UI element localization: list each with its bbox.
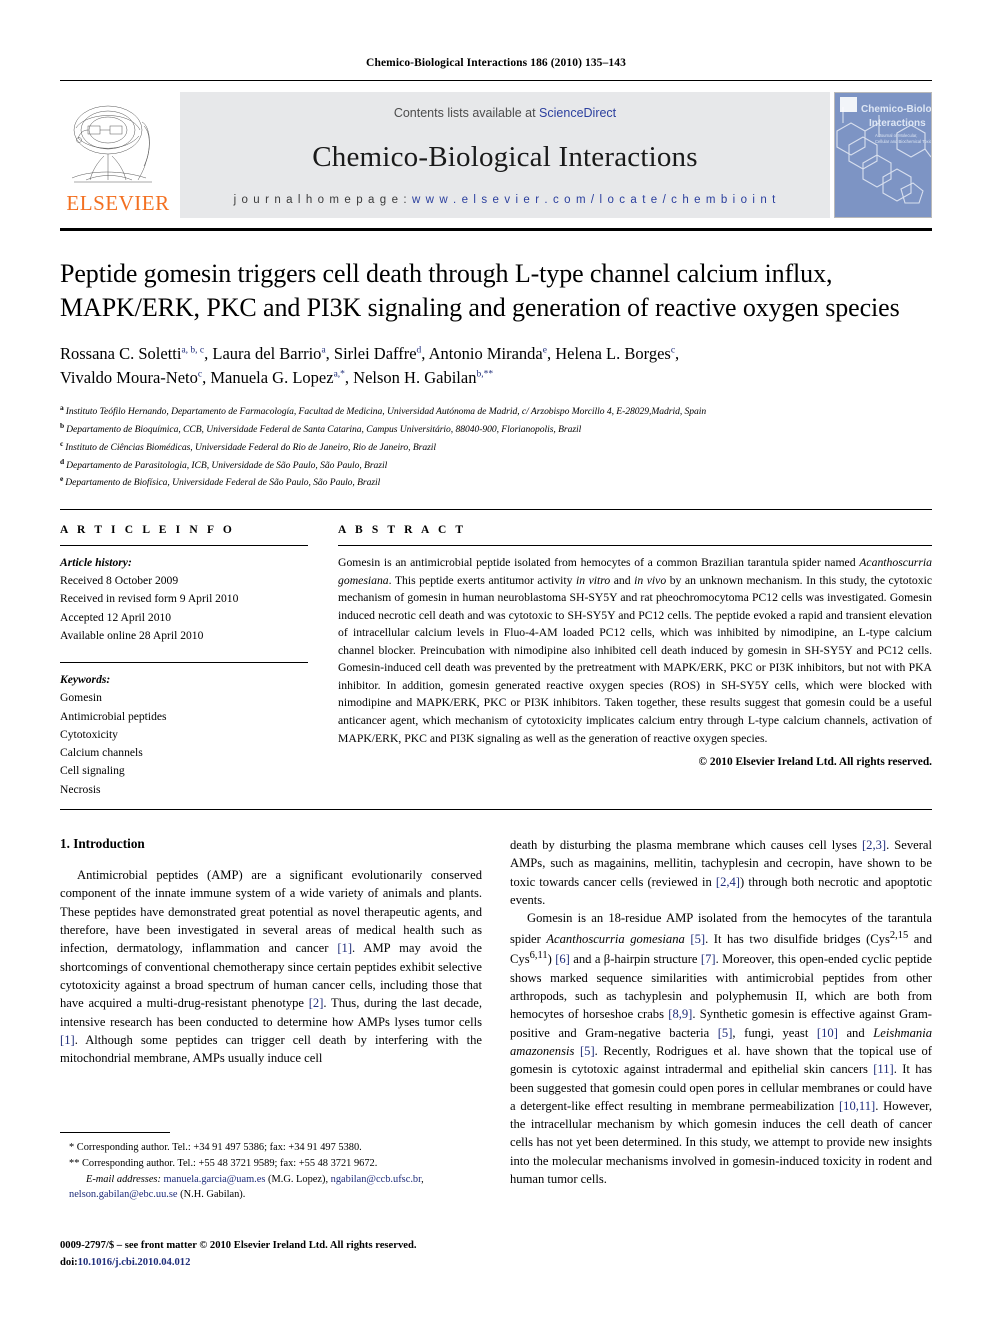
affiliation-marker: d [60, 456, 65, 466]
affiliation-marker: a [60, 403, 64, 413]
title-block: Peptide gomesin triggers cell death thro… [60, 257, 932, 491]
svg-text:Interactions: Interactions [869, 118, 926, 129]
abstract-column: A B S T R A C T Gomesin is an antimicrob… [338, 524, 932, 799]
keywords-list: Gomesin Antimicrobial peptides Cytotoxic… [60, 689, 308, 799]
elsevier-wordmark: ELSEVIER [66, 191, 170, 215]
affiliation-item: c Instituto de Ciências Biomédicas, Unive… [60, 438, 932, 456]
abstract-body: Gomesin is an antimicrobial peptide isol… [338, 554, 932, 768]
article-info-column: A R T I C L E I N F O Article history: R… [60, 524, 308, 799]
keyword-item: Antimicrobial peptides [60, 709, 167, 723]
abstract-copyright: © 2010 Elsevier Ireland Ltd. All rights … [698, 756, 932, 769]
article-info-heading: A R T I C L E I N F O [60, 524, 235, 537]
running-head: Chemico-Biological Interactions 186 (201… [366, 57, 626, 69]
abstract-rule [338, 545, 932, 547]
intro-paragraph-1-cont: death by disturbing the plasma membrane … [510, 838, 932, 908]
svg-text:Cellular and Biochemical Toxic: Cellular and Biochemical Toxicology [875, 139, 932, 144]
keyword-item: Necrosis [60, 782, 101, 796]
elsevier-tree-icon [66, 100, 170, 192]
author-list: Rossana C. Solettia, b, c, Laura del Bar… [60, 343, 680, 388]
journal-homepage-line: j o u r n a l h o m e p a g e : w w w . … [234, 194, 777, 206]
homepage-label: j o u r n a l h o m e p a g e : [233, 194, 412, 206]
affiliation-text: Instituto de Ciências Biomédicas, Univer… [65, 442, 436, 454]
article-info-rule [60, 545, 308, 547]
affiliation-item: b Departamento de Bioquímica, CCB, Univer… [60, 420, 932, 438]
imprint-doi-line: doi:10.1016/j.cbi.2010.04.012 [60, 1255, 500, 1272]
contents-available-line: Contents lists available at ScienceDirec… [394, 106, 616, 120]
article-history-list: Received 8 October 2009 Received in revi… [60, 572, 308, 645]
affiliation-text: Departamento de Parasitologia, ICB, Univ… [66, 459, 388, 471]
info-abstract-section: A R T I C L E I N F O Article history: R… [60, 524, 932, 799]
journal-cover-thumbnail: Chemico-Biological Interactions A Journa… [834, 92, 932, 218]
masthead-bottom-rule [60, 228, 932, 231]
doi-link[interactable]: 10.1016/j.cbi.2010.04.012 [78, 1257, 191, 1268]
affiliation-text: Instituto Teófilo Hernando, Departamento… [65, 406, 707, 418]
intro-paragraph-1: Antimicrobial peptides (AMP) are a signi… [60, 868, 482, 1066]
keywords-block: Keywords: Gomesin Antimicrobial peptides… [60, 662, 308, 799]
affiliation-item: e Departamento de Biofísica, Universidade… [60, 473, 932, 491]
abstract-heading: A B S T R A C T [338, 524, 467, 537]
article-history-label: Article history: [60, 556, 132, 570]
email-owner-gabilan: (N.H. Gabilan). [177, 1189, 246, 1201]
email-addresses-label: E-mail addresses: [86, 1173, 161, 1185]
affiliation-list: a Instituto Teófilo Hernando, Departament… [60, 402, 932, 491]
page-title: Peptide gomesin triggers cell death thro… [60, 259, 900, 323]
intro-paragraph-2: Gomesin is an 18-residue AMP isolated fr… [510, 911, 933, 1187]
email-owner-lopez: (M.G. Lopez), [265, 1173, 331, 1185]
body-column-right: death by disturbing the plasma membrane … [510, 836, 932, 1188]
affiliation-marker: b [60, 421, 65, 431]
abstract-bottom-rule [60, 809, 932, 811]
paper-page: Chemico-Biological Interactions 186 (201… [0, 0, 992, 1323]
footnote-rule [60, 1132, 170, 1133]
email-link-lopez[interactable]: manuela.garcia@uam.es [164, 1174, 266, 1185]
email-separator: , [421, 1173, 424, 1185]
keyword-item: Cell signaling [60, 764, 125, 778]
affiliation-marker: e [60, 474, 64, 484]
history-item: Received 8 October 2009 [60, 574, 179, 587]
elsevier-logo: ELSEVIER [60, 92, 176, 218]
doi-label: doi: [60, 1256, 78, 1268]
corresponding-author-1: * Corresponding author. Tel.: +34 91 497… [69, 1142, 362, 1153]
keywords-rule [60, 662, 308, 664]
keywords-label: Keywords: [60, 673, 111, 687]
affiliation-text: Departamento de Biofísica, Universidade … [65, 477, 381, 489]
footnote-block: * Corresponding author. Tel.: +34 91 497… [60, 1132, 470, 1203]
affiliation-item: d Departamento de Parasitologia, ICB, Uni… [60, 456, 932, 474]
title-bottom-rule [60, 509, 932, 511]
affiliation-marker: c [60, 438, 64, 448]
sciencedirect-link[interactable]: ScienceDirect [539, 106, 616, 120]
section-heading-introduction: 1. Introduction [60, 836, 145, 852]
keyword-item: Gomesin [60, 691, 102, 705]
affiliation-item: a Instituto Teófilo Hernando, Departament… [60, 402, 932, 420]
journal-masthead: ELSEVIER Contents lists available at Sci… [60, 92, 932, 218]
svg-text:Chemico-Biological: Chemico-Biological [861, 104, 932, 115]
header-divider [60, 80, 932, 81]
journal-band: Contents lists available at ScienceDirec… [180, 92, 830, 218]
abstract-text: Gomesin is an antimicrobial peptide isol… [338, 556, 933, 745]
email-link-gabilan-ufsc[interactable]: ngabilan@ccb.ufsc.br [331, 1174, 422, 1185]
affiliation-text: Departamento de Bioquímica, CCB, Univers… [66, 424, 582, 436]
keyword-item: Calcium channels [60, 746, 143, 760]
history-item: Available online 28 April 2010 [60, 628, 204, 642]
email-link-gabilan-ebc[interactable]: nelson.gabilan@ebc.uu.se [69, 1189, 178, 1200]
journal-title: Chemico-Biological Interactions [312, 140, 698, 173]
history-item: Accepted 12 April 2010 [60, 610, 172, 624]
email-addresses: E-mail addresses: manuela.garcia@uam.es … [69, 1172, 470, 1204]
corresponding-author-2: ** Corresponding author. Tel.: +55 48 37… [69, 1157, 378, 1169]
history-item: Received in revised form 9 April 2010 [60, 592, 239, 606]
imprint-front-matter: 0009-2797/$ – see front matter © 2010 El… [60, 1240, 417, 1251]
imprint-block: 0009-2797/$ – see front matter © 2010 El… [60, 1238, 500, 1272]
contents-prefix: Contents lists available at [393, 106, 540, 120]
keyword-item: Cytotoxicity [60, 727, 118, 741]
svg-text:A Journal of Molecular,: A Journal of Molecular, [875, 133, 917, 138]
homepage-url-link[interactable]: w w w . e l s e v i e r . c o m / l o c … [412, 194, 776, 206]
